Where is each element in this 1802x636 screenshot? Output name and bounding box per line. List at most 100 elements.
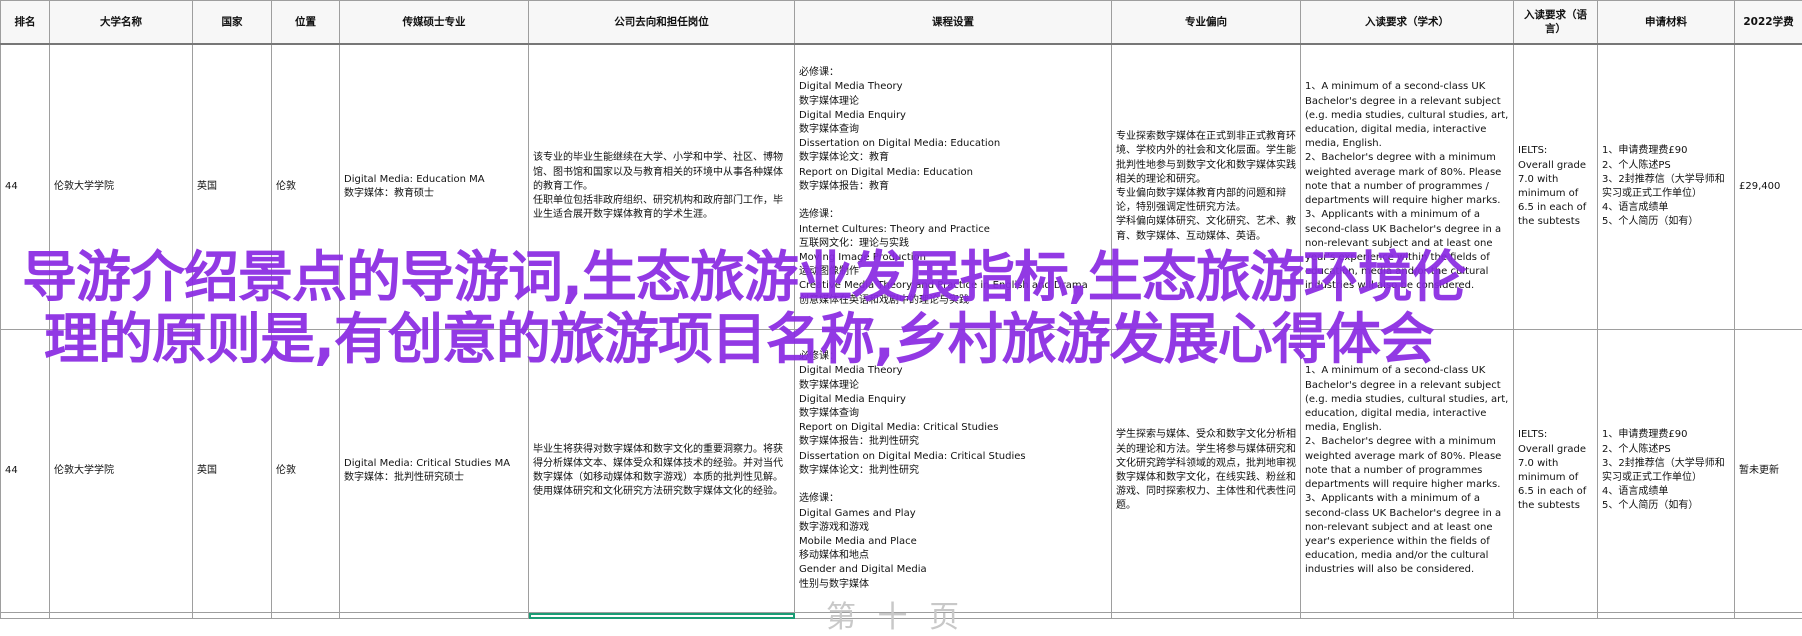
- cell-line: [799, 194, 1107, 208]
- cell-line: 互联网文化：理论与实践: [799, 237, 1107, 251]
- cell-language[interactable]: IELTS:Overall grade 7.0 with minimum of …: [1514, 44, 1598, 330]
- cell-focus[interactable]: 专业探索数字媒体在正式到非正式教育环境、学校内外的社会和文化层面。学生能批判性地…: [1112, 44, 1301, 330]
- cell-rank[interactable]: 44: [1, 330, 50, 613]
- cell-line: Creative Media Theory and Practice in En…: [799, 279, 1107, 293]
- col-header-careers[interactable]: 公司去向和担任岗位: [529, 1, 795, 45]
- cell-line: Digital Games and Play: [799, 507, 1107, 521]
- cell-line: 1、A minimum of a second-class UK Bachelo…: [1305, 364, 1509, 435]
- spreadsheet: 排名 大学名称 国家 位置 传媒硕士专业 公司去向和担任岗位 课程设置 专业偏向…: [0, 0, 1802, 613]
- cell-line: Digital Media Enquiry: [799, 393, 1107, 407]
- cell-line: 学生探索与媒体、受众和数字文化分析相关的理论和方法。学生将参与媒体研究和文化研究…: [1116, 428, 1296, 513]
- cell-line: 数字媒体查询: [799, 407, 1107, 421]
- cell-line: 学科偏向媒体研究、文化研究、艺术、教育、数字媒体、互动媒体、英语。: [1116, 215, 1296, 243]
- cell-academic[interactable]: 1、A minimum of a second-class UK Bachelo…: [1301, 44, 1514, 330]
- table-cell[interactable]: [272, 613, 340, 619]
- cell-country[interactable]: 英国: [193, 44, 272, 330]
- table-cell[interactable]: [1301, 613, 1514, 619]
- cell-line: Digital Media: Education MA: [344, 173, 524, 187]
- cell-line: IELTS:: [1518, 428, 1593, 442]
- cell-line: 2、Bachelor's degree with a minimum weigh…: [1305, 151, 1509, 208]
- table-cell[interactable]: [340, 613, 529, 619]
- cell-line: Digital Media Enquiry: [799, 109, 1107, 123]
- cell-line: 运动图像制作: [799, 265, 1107, 279]
- cell-program[interactable]: Digital Media: Critical Studies MA数字媒体：批…: [340, 330, 529, 613]
- cell-line: 数字媒体报告：批判性研究: [799, 435, 1107, 449]
- cell-fee[interactable]: 暂未更新: [1735, 330, 1802, 613]
- cell-careers[interactable]: 该专业的毕业生能继续在大学、小学和中学、社区、博物馆、图书馆和国家以及与教育相关…: [529, 44, 795, 330]
- col-header-university[interactable]: 大学名称: [50, 1, 193, 45]
- cell-rank[interactable]: 44: [1, 44, 50, 330]
- cell-line: 该专业的毕业生能继续在大学、小学和中学、社区、博物馆、图书馆和国家以及与教育相关…: [533, 151, 790, 194]
- table-cell[interactable]: [1598, 613, 1735, 619]
- col-header-location[interactable]: 位置: [272, 1, 340, 45]
- table-cell[interactable]: [1, 613, 50, 619]
- cell-careers[interactable]: 毕业生将获得对数字媒体和数字文化的重要洞察力。将获得分析媒体文本、媒体受众和媒体…: [529, 330, 795, 613]
- cell-line: Digital Media Theory: [799, 80, 1107, 94]
- table-cell[interactable]: [1514, 613, 1598, 619]
- col-header-courses[interactable]: 课程设置: [795, 1, 1112, 45]
- col-header-program[interactable]: 传媒硕士专业: [340, 1, 529, 45]
- cell-line: 移动媒体和地点: [799, 549, 1107, 563]
- table-cell[interactable]: [1112, 613, 1301, 619]
- cell-line: [799, 478, 1107, 492]
- cell-line: 数字媒体查询: [799, 123, 1107, 137]
- cell-program[interactable]: Digital Media: Education MA数字媒体：教育硕士: [340, 44, 529, 330]
- cell-courses[interactable]: 必修课：Digital Media Theory数字媒体理论Digital Me…: [795, 44, 1112, 330]
- cell-line: 数字媒体论文：批判性研究: [799, 464, 1107, 478]
- cell-line: 1、申请费理费£90: [1602, 144, 1730, 158]
- cell-university[interactable]: 伦敦大学学院: [50, 44, 193, 330]
- cell-line: 专业探索数字媒体在正式到非正式教育环境、学校内外的社会和文化层面。学生能批判性地…: [1116, 130, 1296, 187]
- cell-line: Dissertation on Digital Media: Critical …: [799, 450, 1107, 464]
- col-header-fee[interactable]: 2022学费: [1735, 1, 1802, 45]
- header-row: 排名 大学名称 国家 位置 传媒硕士专业 公司去向和担任岗位 课程设置 专业偏向…: [1, 1, 1802, 45]
- cell-materials[interactable]: 1、申请费理费£902、个人陈述PS3、2封推荐信（大学导师和实习或正式工作单位…: [1598, 330, 1735, 613]
- cell-academic[interactable]: 1、A minimum of a second-class UK Bachelo…: [1301, 330, 1514, 613]
- cell-line: Digital Media Theory: [799, 364, 1107, 378]
- cell-line: Mobile Media and Place: [799, 535, 1107, 549]
- table-cell[interactable]: [1735, 613, 1802, 619]
- table-cell[interactable]: [193, 613, 272, 619]
- cell-line: IELTS:: [1518, 144, 1593, 158]
- cell-line: 3、Applicants with a minimum of a second-…: [1305, 208, 1509, 293]
- cell-university[interactable]: 伦敦大学学院: [50, 330, 193, 613]
- cell-line: 4、语言成绩单: [1602, 201, 1730, 215]
- cell-line: 3、Applicants with a minimum of a second-…: [1305, 492, 1509, 577]
- cell-line: 创意媒体在英语和戏剧中的理论与实践: [799, 294, 1107, 308]
- cell-line: 1、A minimum of a second-class UK Bachelo…: [1305, 80, 1509, 151]
- cell-line: 数字游戏和游戏: [799, 521, 1107, 535]
- cell-line: 选修课：: [799, 492, 1107, 506]
- cell-line: 性别与数字媒体: [799, 578, 1107, 592]
- cell-materials[interactable]: 1、申请费理费£902、个人陈述PS3、2封推荐信（大学导师和实习或正式工作单位…: [1598, 44, 1735, 330]
- cell-line: 数字媒体报告：教育: [799, 180, 1107, 194]
- cell-fee[interactable]: £29,400: [1735, 44, 1802, 330]
- cell-location[interactable]: 伦敦: [272, 44, 340, 330]
- cell-location[interactable]: 伦敦: [272, 330, 340, 613]
- cell-line: 1、申请费理费£90: [1602, 428, 1730, 442]
- cell-line: Dissertation on Digital Media: Education: [799, 137, 1107, 151]
- cell-language[interactable]: IELTS:Overall grade 7.0 with minimum of …: [1514, 330, 1598, 613]
- col-header-country[interactable]: 国家: [193, 1, 272, 45]
- table-cell[interactable]: [50, 613, 193, 619]
- col-header-focus[interactable]: 专业偏向: [1112, 1, 1301, 45]
- cell-line: Moving Image Production: [799, 251, 1107, 265]
- cell-line: 数字媒体理论: [799, 95, 1107, 109]
- cell-line: 选修课：: [799, 208, 1107, 222]
- cell-courses[interactable]: 必修课：Digital Media Theory数字媒体理论Digital Me…: [795, 330, 1112, 613]
- cell-focus[interactable]: 学生探索与媒体、受众和数字文化分析相关的理论和方法。学生将参与媒体研究和文化研究…: [1112, 330, 1301, 613]
- col-header-materials[interactable]: 申请材料: [1598, 1, 1735, 45]
- cell-line: 数字媒体：批判性研究硕士: [344, 471, 524, 485]
- col-header-rank[interactable]: 排名: [1, 1, 50, 45]
- selected-cell[interactable]: [529, 613, 795, 619]
- cell-line: 2、个人陈述PS: [1602, 159, 1730, 173]
- col-header-academic[interactable]: 入读要求（学术）: [1301, 1, 1514, 45]
- cell-line: Overall grade 7.0 with minimum of 6.5 in…: [1518, 159, 1593, 230]
- cell-country[interactable]: 英国: [193, 330, 272, 613]
- cell-line: 数字媒体理论: [799, 379, 1107, 393]
- cell-line: 4、语言成绩单: [1602, 485, 1730, 499]
- cell-line: 必修课：: [799, 66, 1107, 80]
- cell-line: 3、2封推荐信（大学导师和实习或正式工作单位）: [1602, 457, 1730, 485]
- col-header-language[interactable]: 入读要求（语言）: [1514, 1, 1598, 45]
- cell-line: 5、个人简历（如有）: [1602, 215, 1730, 229]
- cell-line: Report on Digital Media: Critical Studie…: [799, 421, 1107, 435]
- cell-line: 5、个人简历（如有）: [1602, 499, 1730, 513]
